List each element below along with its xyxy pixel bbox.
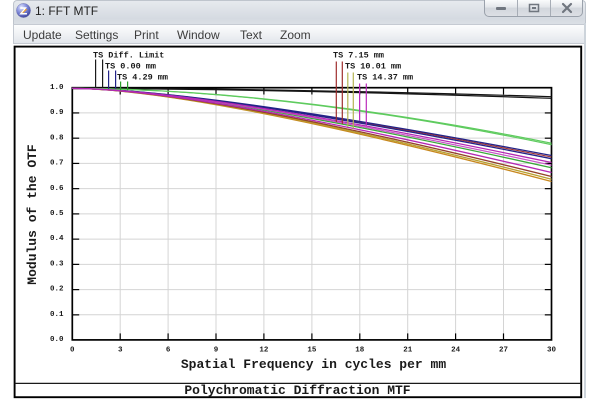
svg-text:Polychromatic Diffraction MTF: Polychromatic Diffraction MTF xyxy=(184,383,410,398)
svg-text:0.7: 0.7 xyxy=(50,160,64,168)
svg-text:TS 0.00 mm: TS 0.00 mm xyxy=(105,62,156,72)
svg-text:TS 4.29 mm: TS 4.29 mm xyxy=(117,73,168,83)
svg-text:TS 14.37 mm: TS 14.37 mm xyxy=(357,73,413,83)
svg-text:30: 30 xyxy=(547,347,557,355)
svg-text:24: 24 xyxy=(451,347,461,355)
svg-text:TS 10.01 mm: TS 10.01 mm xyxy=(345,62,401,72)
svg-text:27: 27 xyxy=(499,347,508,355)
svg-text:3: 3 xyxy=(118,347,123,355)
svg-text:0.6: 0.6 xyxy=(50,185,64,193)
svg-text:0.4: 0.4 xyxy=(50,235,64,243)
svg-text:TS 7.15 mm: TS 7.15 mm xyxy=(333,51,384,61)
svg-text:15: 15 xyxy=(307,347,317,355)
svg-text:9: 9 xyxy=(214,347,219,355)
svg-text:6: 6 xyxy=(166,347,171,355)
svg-text:0.8: 0.8 xyxy=(50,134,64,142)
svg-text:1.0: 1.0 xyxy=(50,84,64,92)
svg-text:21: 21 xyxy=(403,347,413,355)
svg-text:12: 12 xyxy=(259,347,269,355)
svg-text:18: 18 xyxy=(355,347,365,355)
svg-text:TS Diff. Limit: TS Diff. Limit xyxy=(93,51,164,61)
svg-text:0.9: 0.9 xyxy=(50,109,64,117)
svg-text:0.0: 0.0 xyxy=(50,336,64,344)
svg-text:Spatial Frequency in cycles pe: Spatial Frequency in cycles per mm xyxy=(181,357,446,372)
svg-text:0.5: 0.5 xyxy=(50,210,64,218)
svg-text:0.3: 0.3 xyxy=(50,260,64,268)
svg-text:0.1: 0.1 xyxy=(50,311,64,319)
svg-text:0.2: 0.2 xyxy=(50,286,64,294)
svg-text:Modulus of the OTF: Modulus of the OTF xyxy=(25,144,40,285)
svg-text:0: 0 xyxy=(70,347,75,355)
